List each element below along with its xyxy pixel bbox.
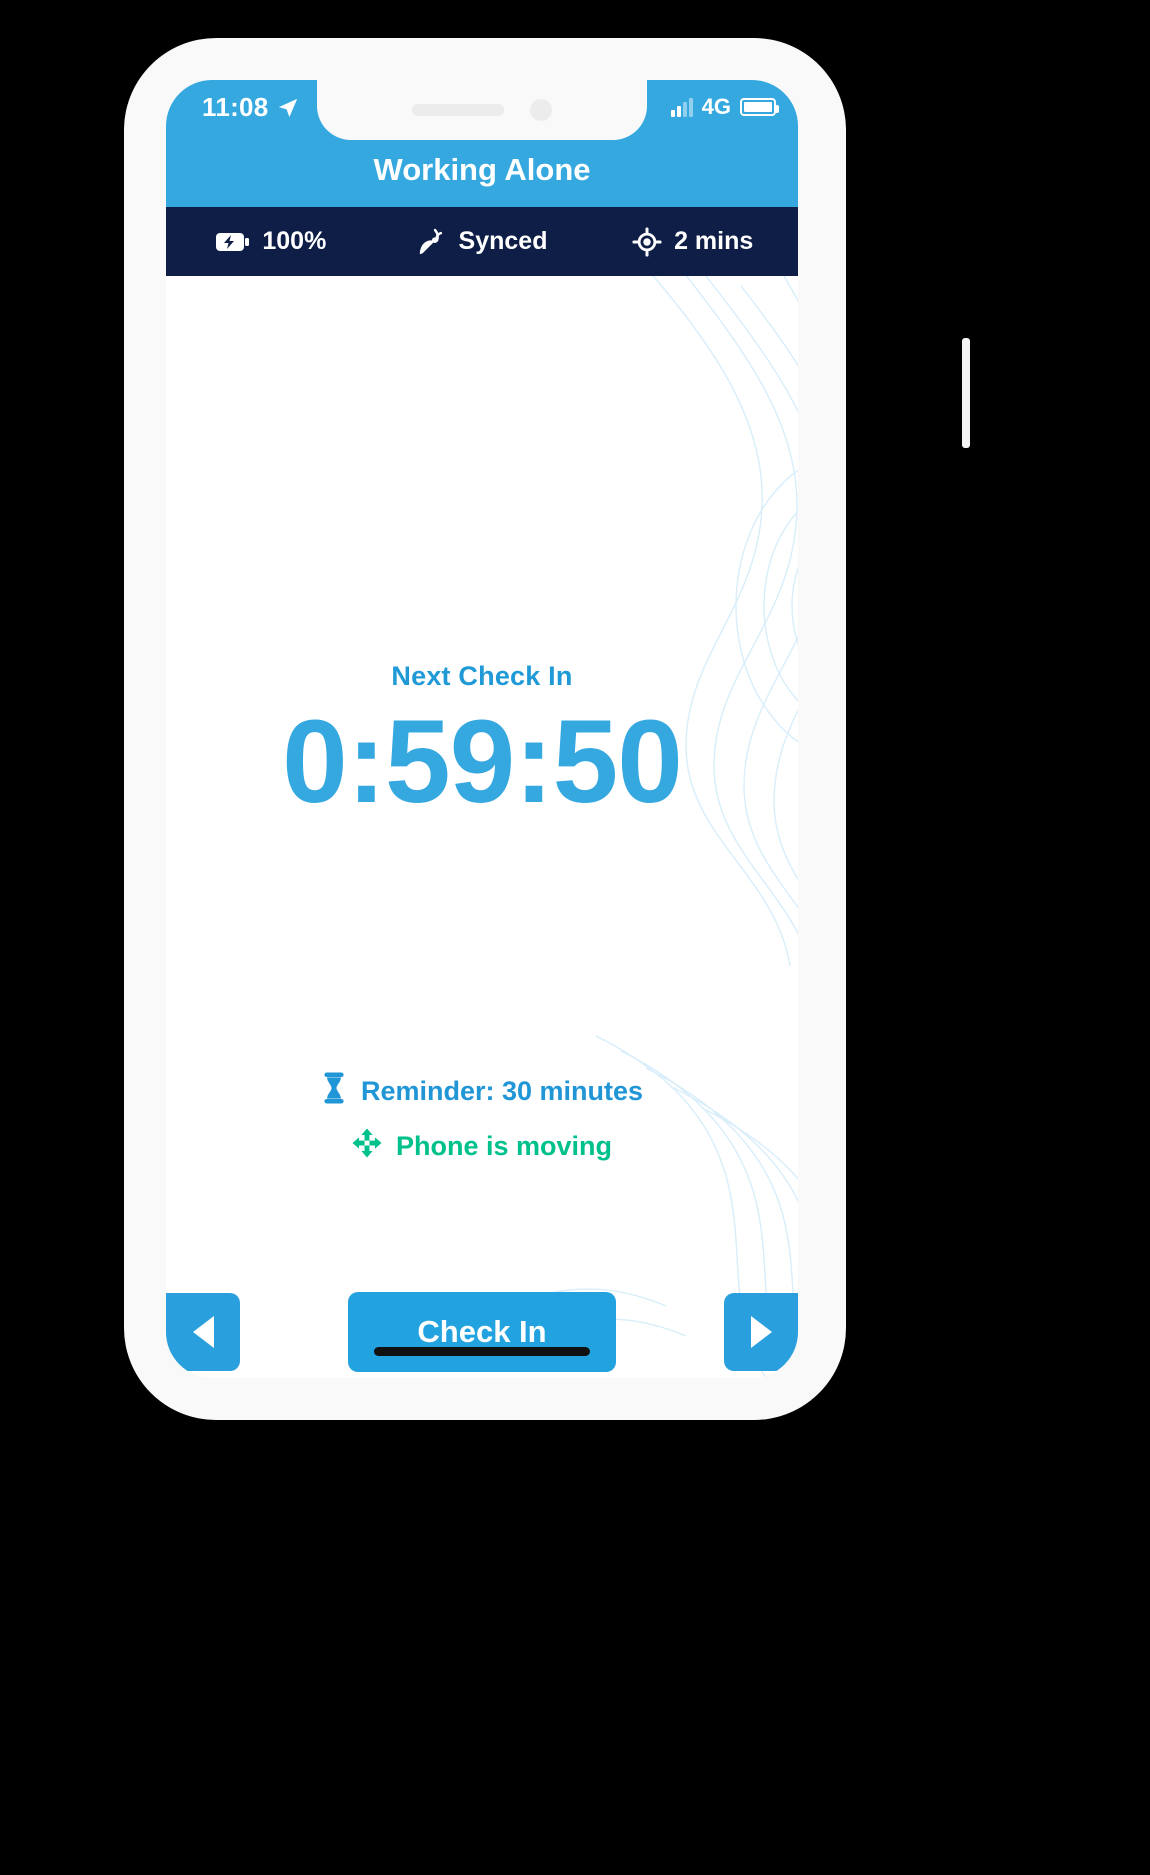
- chevron-left-icon: [192, 1316, 214, 1348]
- sync-status-item: Synced: [377, 227, 588, 257]
- reminder-label: Reminder: 30 minutes: [360, 1076, 644, 1106]
- front-camera: [530, 99, 552, 121]
- check-in-button[interactable]: Check In: [348, 1292, 616, 1372]
- move-arrows-icon: [352, 1128, 382, 1165]
- main-content: Next Check In 0:59:50 Reminder: 30 minut…: [166, 276, 798, 1378]
- gps-interval-label: 2 mins: [674, 227, 754, 255]
- app-header: 11:08 4G Working Alone: [166, 80, 798, 207]
- power-button[interactable]: [962, 338, 970, 448]
- network-type-label: 4G: [701, 94, 731, 119]
- gps-status-item: 2 mins: [587, 226, 798, 257]
- movement-label: Phone is moving: [395, 1131, 613, 1161]
- next-button[interactable]: [724, 1293, 798, 1371]
- sync-status-label: Synced: [458, 227, 548, 255]
- status-bar-left: 11:08: [202, 92, 299, 123]
- phone-screen: 11:08 4G Working Alone 100% Synced 2 min…: [166, 80, 798, 1378]
- device-notch: [317, 80, 647, 140]
- chevron-right-icon: [750, 1316, 772, 1348]
- device-status-bar: 100% Synced 2 mins: [166, 207, 798, 276]
- signal-bars-icon: [670, 97, 693, 117]
- timer-value: 0:59:50: [282, 696, 683, 828]
- gps-crosshair-icon: [632, 226, 662, 257]
- status-bar-time: 11:08: [202, 92, 269, 122]
- movement-status-row: Phone is moving: [352, 1128, 612, 1165]
- earpiece-speaker: [412, 104, 504, 116]
- battery-percent-label: 100%: [262, 227, 327, 255]
- location-arrow-icon: [278, 98, 297, 117]
- previous-button[interactable]: [166, 1293, 240, 1371]
- home-indicator[interactable]: [374, 1347, 590, 1356]
- status-indicator-list: Reminder: 30 minutes Phone is moving: [166, 1072, 798, 1165]
- battery-icon: [740, 98, 779, 116]
- page-title: Working Alone: [373, 152, 591, 187]
- check-in-action-row: Check In: [166, 1292, 798, 1372]
- battery-status-item: 100%: [166, 227, 377, 256]
- countdown-timer: Next Check In 0:59:50: [166, 661, 798, 828]
- status-bar-right: 4G: [670, 94, 779, 120]
- satellite-dish-icon: [417, 227, 447, 257]
- screenshot-root: 11:08 4G Working Alone 100% Synced 2 min…: [0, 0, 1150, 1875]
- timer-label: Next Check In: [391, 661, 573, 691]
- reminder-status-row: Reminder: 30 minutes: [321, 1072, 643, 1111]
- battery-charging-icon: [216, 231, 250, 253]
- hourglass-icon: [321, 1072, 347, 1111]
